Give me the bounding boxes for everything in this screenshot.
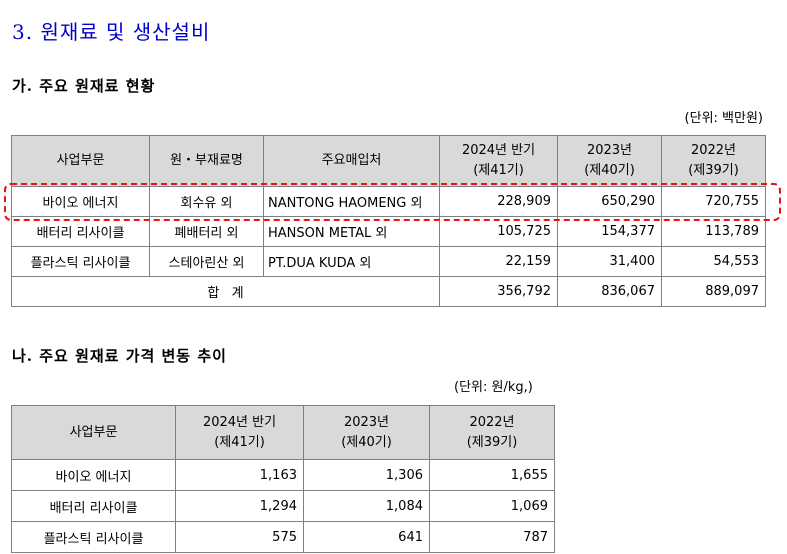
cell-2024h1: 1,163: [175, 459, 304, 491]
price-trend-table: 사업부문 2024년 반기 (제41기) 2023년 (제40기) 2022년 (제3…: [11, 405, 555, 553]
cell-2023: 650,290: [557, 186, 662, 217]
cell-supplier: PT.DUA KUDA 외: [263, 246, 440, 277]
cell-division: 플라스틱 리사이클: [11, 521, 176, 553]
cell-2024h1: 1,294: [175, 490, 304, 522]
col-header-2023: 2023년 (제40기): [557, 135, 662, 187]
cell-2022: 1,069: [429, 490, 555, 522]
header-line: (제41기): [214, 434, 265, 450]
price-trend-title: 나. 주요 원재료 가격 변동 추이: [12, 347, 227, 365]
cell-2022: 787: [429, 521, 555, 553]
table-row: 바이오 에너지 1,163 1,306 1,655: [11, 459, 555, 491]
table-row: 바이오 에너지 회수유 외 NANTONG HAOMENG 외 228,909 …: [11, 186, 766, 217]
col-header-division: 사업부문: [11, 405, 176, 460]
header-line: 2024년 반기: [461, 143, 536, 158]
table-row: 배터리 리사이클 폐배터리 외 HANSON METAL 외 105,725 1…: [11, 216, 766, 247]
raw-materials-title: 가. 주요 원재료 현황: [12, 77, 156, 95]
cell-2023: 31,400: [557, 246, 662, 277]
cell-2022: 720,755: [661, 186, 766, 217]
section-title: 3. 원재료 및 생산설비: [12, 20, 211, 44]
table-header-row: 사업부문 2024년 반기 (제41기) 2023년 (제40기) 2022년 (제3…: [11, 405, 555, 460]
cell-2024h1: 575: [175, 521, 304, 553]
cell-2023: 1,084: [303, 490, 430, 522]
cell-2022: 113,789: [661, 216, 766, 247]
total-row: 합 계 356,792 836,067 889,097: [11, 276, 766, 307]
cell-material: 폐배터리 외: [149, 216, 264, 247]
header-line: 2022년: [469, 414, 515, 430]
table-row: 플라스틱 리사이클 575 641 787: [11, 521, 555, 553]
header-line: (제39기): [466, 434, 518, 450]
col-header-material: 원・부재료명: [149, 135, 264, 187]
cell-2022: 54,553: [661, 246, 766, 277]
cell-material: 스테아린산 외: [149, 246, 264, 277]
col-header-2023: 2023년 (제40기): [303, 405, 430, 460]
cell-2022: 1,655: [429, 459, 555, 491]
header-line: 2023년: [586, 143, 633, 158]
price-trend-unit: (단위: 원/kg,): [454, 380, 533, 395]
header-line: (제39기): [688, 163, 739, 178]
cell-2023: 1,306: [303, 459, 430, 491]
raw-materials-unit: (단위: 백만원): [684, 111, 763, 126]
header-line: (제40기): [584, 163, 635, 178]
cell-material: 회수유 외: [149, 186, 264, 217]
col-header-2024h1: 2024년 반기 (제41기): [439, 135, 558, 187]
cell-supplier: NANTONG HAOMENG 외: [263, 186, 440, 217]
col-header-2022: 2022년 (제39기): [429, 405, 555, 460]
raw-materials-table: 사업부문 원・부재료명 주요매입처 2024년 반기 (제41기) 2023년 (제…: [11, 135, 766, 307]
table-row: 플라스틱 리사이클 스테아린산 외 PT.DUA KUDA 외 22,159 3…: [11, 246, 766, 277]
col-header-2024h1: 2024년 반기 (제41기): [175, 405, 304, 460]
cell-supplier: HANSON METAL 외: [263, 216, 440, 247]
total-2024h1: 356,792: [439, 276, 558, 307]
cell-2023: 641: [303, 521, 430, 553]
total-2023: 836,067: [557, 276, 662, 307]
table-header-row: 사업부문 원・부재료명 주요매입처 2024년 반기 (제41기) 2023년 (제…: [11, 135, 766, 187]
cell-division: 배터리 리사이클: [11, 216, 150, 247]
col-header-supplier: 주요매입처: [263, 135, 440, 187]
header-line: 2024년 반기: [202, 414, 277, 430]
cell-division: 배터리 리사이클: [11, 490, 176, 522]
header-line: 2022년: [690, 143, 737, 158]
header-line: 2023년: [343, 414, 390, 430]
cell-division: 바이오 에너지: [11, 459, 176, 491]
header-line: (제41기): [473, 163, 524, 178]
cell-2024h1: 22,159: [439, 246, 558, 277]
col-header-2022: 2022년 (제39기): [661, 135, 766, 187]
cell-2023: 154,377: [557, 216, 662, 247]
col-header-division: 사업부문: [11, 135, 150, 187]
cell-2024h1: 228,909: [439, 186, 558, 217]
cell-2024h1: 105,725: [439, 216, 558, 247]
cell-division: 바이오 에너지: [11, 186, 150, 217]
table-row: 배터리 리사이클 1,294 1,084 1,069: [11, 490, 555, 522]
total-2022: 889,097: [661, 276, 766, 307]
total-label: 합 계: [11, 276, 440, 307]
header-line: (제40기): [341, 434, 392, 450]
cell-division: 플라스틱 리사이클: [11, 246, 150, 277]
